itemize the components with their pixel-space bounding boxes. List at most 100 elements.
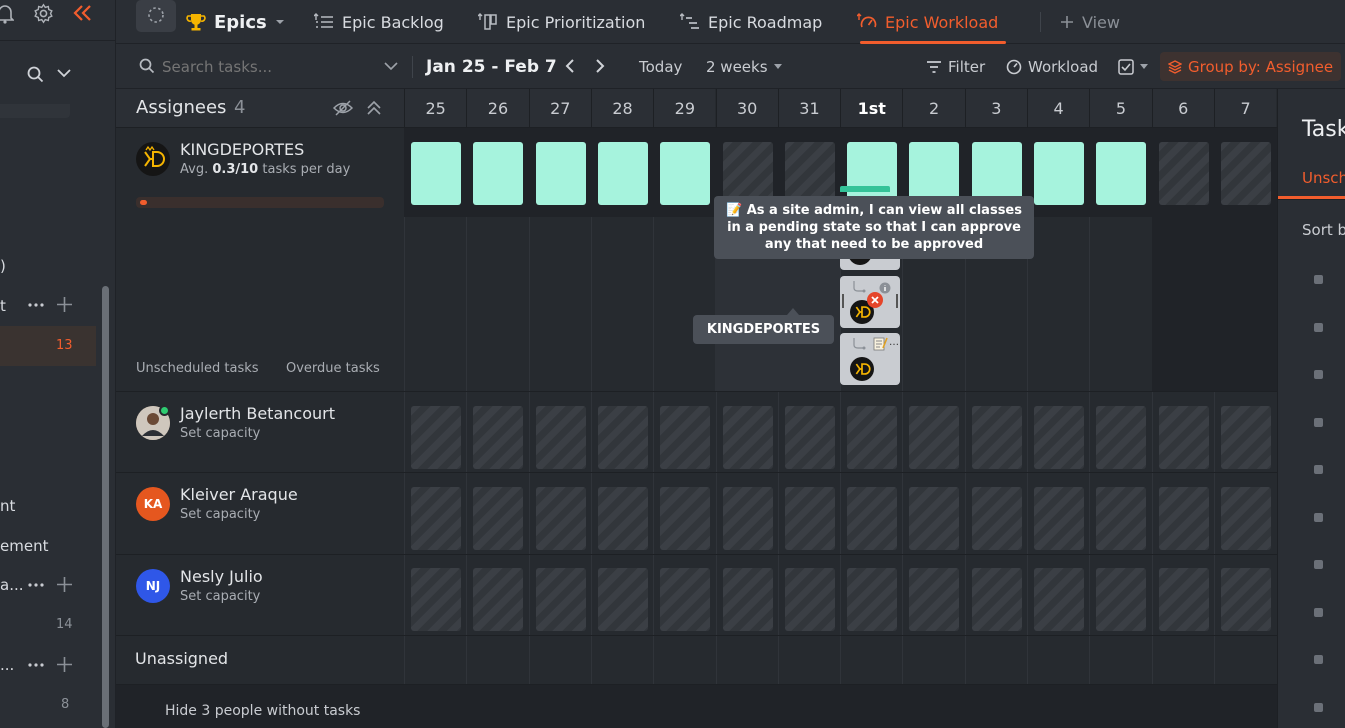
filter-button[interactable]: Filter <box>926 44 985 89</box>
capacity-cell-unset[interactable] <box>473 406 524 469</box>
capacity-cell-available[interactable] <box>411 142 461 205</box>
capacity-cell-unset[interactable] <box>1220 568 1271 631</box>
add-view-button[interactable]: View <box>1060 0 1120 44</box>
search-icon[interactable] <box>27 66 44 83</box>
space-icon-button[interactable] <box>136 0 176 32</box>
date-range-label[interactable]: Jan 25 - Feb 7 <box>426 44 557 89</box>
capacity-cell-unset[interactable] <box>847 406 898 469</box>
capacity-cell-unset[interactable] <box>1220 142 1271 205</box>
chevron-down-icon[interactable] <box>384 62 398 71</box>
capacity-cell-available[interactable] <box>473 142 524 205</box>
sidebar-item-label[interactable]: nt <box>0 497 15 515</box>
capacity-cell-available[interactable] <box>535 142 586 205</box>
remove-assignee-icon[interactable] <box>867 292 883 308</box>
capacity-cell-unset[interactable] <box>1220 487 1271 550</box>
sidebar-item-selected[interactable]: 13 <box>0 326 96 366</box>
hide-people-without-tasks-link[interactable]: Hide 3 people without tasks <box>165 703 360 719</box>
add-icon[interactable] <box>56 576 73 593</box>
overdue-tasks-link[interactable]: Overdue tasks <box>286 361 380 376</box>
capacity-cell-available[interactable] <box>1096 142 1147 205</box>
capacity-cell-unset[interactable] <box>660 568 711 631</box>
capacity-cell-unset[interactable] <box>1158 406 1209 469</box>
task-list-item-bullet[interactable] <box>1314 512 1323 522</box>
set-capacity-link[interactable]: Set capacity <box>180 426 260 441</box>
capacity-cell-unset[interactable] <box>1096 487 1147 550</box>
task-list-item-bullet[interactable] <box>1314 370 1323 379</box>
tab-epic-roadmap[interactable]: Epic Roadmap <box>680 0 822 44</box>
capacity-cell-unset[interactable] <box>1096 568 1147 631</box>
sidebar-item-label[interactable]: ement <box>0 537 48 555</box>
task-list-item-bullet[interactable] <box>1314 275 1323 284</box>
capacity-cell-available[interactable] <box>660 142 711 205</box>
today-button[interactable]: Today <box>639 44 682 89</box>
group-by-button[interactable]: Group by: Assignee <box>1160 52 1342 81</box>
capacity-cell-unset[interactable] <box>971 406 1022 469</box>
capacity-cell-unset[interactable] <box>1034 487 1084 550</box>
capacity-cell-unset[interactable] <box>1034 568 1084 631</box>
capacity-cell-unset[interactable] <box>784 568 835 631</box>
capacity-cell-unset[interactable] <box>535 487 586 550</box>
capacity-cell-unset[interactable] <box>1034 406 1084 469</box>
more-options-icon[interactable] <box>27 296 45 314</box>
capacity-cell-unset[interactable] <box>784 487 835 550</box>
tab-epic-prioritization[interactable]: Epic Prioritization <box>478 0 645 44</box>
capacity-cell-unset[interactable] <box>784 406 835 469</box>
bell-icon[interactable] <box>0 4 14 24</box>
capacity-cell-unset[interactable] <box>722 406 773 469</box>
search-tasks-input[interactable] <box>162 56 362 78</box>
assignee-row-kleiver[interactable]: KA Kleiver Araque Set capacity <box>116 473 404 554</box>
capacity-cell-unset[interactable] <box>909 487 960 550</box>
chevron-right-icon[interactable] <box>595 59 605 73</box>
collapse-sidebar-icon[interactable] <box>73 4 93 22</box>
tab-unscheduled[interactable]: Unsch <box>1302 169 1345 187</box>
capacity-cell-unset[interactable] <box>535 406 586 469</box>
capacity-cell-unset[interactable] <box>660 406 711 469</box>
chevron-down-icon[interactable] <box>57 68 71 78</box>
capacity-cell-unset[interactable] <box>847 487 898 550</box>
space-selector[interactable]: Epics <box>186 0 285 44</box>
chevron-left-icon[interactable] <box>565 59 575 73</box>
capacity-cell-unset[interactable] <box>909 406 960 469</box>
capacity-cell-unset[interactable] <box>597 406 648 469</box>
assignee-row-nesly[interactable]: NJ Nesly Julio Set capacity <box>116 555 404 635</box>
task-list-item-bullet[interactable] <box>1314 655 1323 664</box>
period-selector[interactable]: 2 weeks <box>706 44 782 89</box>
sidebar-item-label[interactable]: t <box>0 297 6 315</box>
capacity-cell-unset[interactable] <box>1158 568 1209 631</box>
tab-epic-backlog[interactable]: Epic Backlog <box>314 0 444 44</box>
task-card-dragging[interactable] <box>840 276 900 328</box>
capacity-cell-unset[interactable] <box>847 568 898 631</box>
assignee-row-kingdeportes[interactable]: KINGDEPORTES Avg. 0.3/10 tasks per day U… <box>116 127 404 391</box>
checklist-toggle[interactable] <box>1118 44 1148 89</box>
sort-by-button[interactable]: Sort b <box>1302 221 1345 239</box>
capacity-cell-unset[interactable] <box>971 487 1022 550</box>
capacity-cell-unset[interactable] <box>909 568 960 631</box>
drag-handle-icon[interactable] <box>896 294 898 308</box>
collapse-all-icon[interactable] <box>366 99 382 117</box>
capacity-cell-unset[interactable] <box>411 406 461 469</box>
hide-eye-icon[interactable] <box>333 99 353 117</box>
capacity-cell-available[interactable] <box>1034 142 1084 205</box>
capacity-cell-unset[interactable] <box>1158 142 1209 205</box>
capacity-cell-unset[interactable] <box>473 568 524 631</box>
capacity-cell-unset[interactable] <box>1158 487 1209 550</box>
sidebar-item-label[interactable]: a... <box>0 576 24 594</box>
sidebar-item-label[interactable]: ... <box>0 656 14 674</box>
capacity-cell-unset[interactable] <box>971 568 1022 631</box>
task-list-item-bullet[interactable] <box>1314 702 1323 712</box>
add-icon[interactable] <box>56 656 73 673</box>
task-list-item-bullet[interactable] <box>1314 417 1323 427</box>
task-card[interactable]: … <box>840 333 900 385</box>
capacity-cell-available[interactable] <box>597 142 648 205</box>
capacity-cell-unset[interactable] <box>722 487 773 550</box>
sidebar-scrollbar[interactable] <box>102 286 109 728</box>
capacity-cell-unset[interactable] <box>597 568 648 631</box>
task-list-item-bullet[interactable] <box>1314 560 1323 569</box>
capacity-cell-unset[interactable] <box>473 487 524 550</box>
capacity-cell-unset[interactable] <box>1220 406 1271 469</box>
capacity-cell-unset[interactable] <box>411 487 461 550</box>
assignee-row-jaylerth[interactable]: Jaylerth Betancourt Set capacity <box>116 392 404 472</box>
capacity-cell-unset[interactable] <box>411 568 461 631</box>
task-list-item-bullet[interactable] <box>1314 322 1323 332</box>
set-capacity-link[interactable]: Set capacity <box>180 589 260 604</box>
